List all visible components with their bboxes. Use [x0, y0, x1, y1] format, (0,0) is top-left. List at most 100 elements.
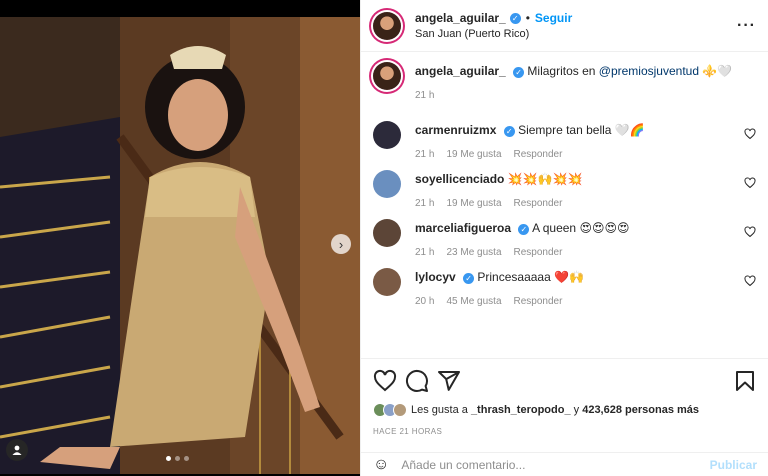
caption-emoji: ⚜️🤍 [702, 64, 733, 78]
comment-likes[interactable]: 19 Me gusta [446, 198, 501, 209]
likes-mid: y [573, 404, 580, 416]
photo-illustration [0, 17, 360, 474]
commenter-avatar[interactable] [373, 268, 401, 296]
post-header: angela_aguilar_ ✓ • Seguir San Juan (Pue… [361, 0, 768, 52]
comment-body: carmenruizmx ✓ Siempre tan bella 🤍🌈 21 h… [415, 121, 756, 160]
comments-list: angela_aguilar_ ✓ Milagritos en @premios… [361, 52, 768, 358]
chevron-right-icon: › [338, 236, 344, 252]
post-media: › [0, 0, 360, 476]
heart-icon[interactable] [744, 177, 756, 189]
commenter-username[interactable]: soyellicenciado [415, 172, 504, 186]
comment-time[interactable]: 21 h [415, 198, 434, 209]
comment-text: Princesaaaaa ❤️🙌 [477, 270, 584, 284]
author-avatar[interactable] [373, 11, 401, 40]
publish-button[interactable]: Publicar [710, 458, 757, 472]
heart-icon[interactable] [744, 275, 756, 287]
tagged-users-button[interactable] [6, 439, 28, 461]
reply-button[interactable]: Responder [514, 198, 563, 209]
carousel-dot [175, 456, 180, 461]
author-line: angela_aguilar_ ✓ • Seguir [415, 11, 737, 25]
heart-icon[interactable] [744, 128, 756, 140]
comment-text-line: carmenruizmx ✓ Siempre tan bella 🤍🌈 [415, 121, 756, 139]
caption-meta: 21 h [415, 90, 756, 101]
comment-text-line: soyellicenciado 💥💥🙌💥💥 [415, 170, 756, 188]
share-icon[interactable] [437, 369, 461, 393]
verified-badge-icon: ✓ [513, 67, 525, 78]
caption-text: Milagritos en [527, 64, 596, 78]
comment-body: marceliafigueroa ✓ A queen 😍😍😍😍 21 h 23 … [415, 219, 756, 258]
author-info: angela_aguilar_ ✓ • Seguir San Juan (Pue… [415, 11, 737, 40]
separator: • [525, 11, 530, 25]
comment-item: marceliafigueroa ✓ A queen 😍😍😍😍 21 h 23 … [373, 219, 756, 258]
comment-likes[interactable]: 23 Me gusta [446, 247, 501, 258]
emoji-icon[interactable]: ☺ [373, 456, 389, 474]
post-photo[interactable] [0, 17, 360, 474]
likes-prefix: Les gusta a [411, 404, 468, 416]
action-icons [373, 369, 757, 393]
comment-item: lylocyv ✓ Princesaaaaa ❤️🙌 20 h 45 Me gu… [373, 268, 756, 307]
save-bookmark-icon[interactable] [733, 369, 757, 393]
comment-time[interactable]: 21 h [415, 247, 434, 258]
comment-text-line: marceliafigueroa ✓ A queen 😍😍😍😍 [415, 219, 756, 237]
post-sidebar: angela_aguilar_ ✓ • Seguir San Juan (Pue… [360, 0, 768, 476]
carousel-dot [184, 456, 189, 461]
verified-badge-icon: ✓ [518, 224, 530, 235]
like-heart-icon[interactable] [373, 369, 397, 393]
commenter-avatar[interactable] [373, 121, 401, 149]
comment-meta: 21 h 23 Me gusta Responder [415, 247, 756, 258]
comment-time[interactable]: 20 h [415, 296, 434, 307]
comment-likes[interactable]: 45 Me gusta [446, 296, 501, 307]
comment-likes[interactable]: 19 Me gusta [446, 149, 501, 160]
comment-body: soyellicenciado 💥💥🙌💥💥 21 h 19 Me gusta R… [415, 170, 756, 209]
comment-text: 💥💥🙌💥💥 [507, 172, 583, 186]
likes-count[interactable]: 423,628 personas más [582, 404, 699, 416]
comment-meta: 21 h 19 Me gusta Responder [415, 198, 756, 209]
comment-item: carmenruizmx ✓ Siempre tan bella 🤍🌈 21 h… [373, 121, 756, 160]
carousel-dots [166, 456, 189, 461]
comment-text-line: lylocyv ✓ Princesaaaaa ❤️🙌 [415, 268, 756, 286]
reply-button[interactable]: Responder [514, 296, 563, 307]
commenter-username[interactable]: lylocyv [415, 270, 456, 284]
post-time-ago[interactable]: HACE 21 HORAS [373, 427, 757, 436]
reply-button[interactable]: Responder [514, 247, 563, 258]
reply-button[interactable]: Responder [514, 149, 563, 160]
comment-text: Siempre tan bella 🤍🌈 [518, 123, 645, 137]
commenter-username[interactable]: carmenruizmx [415, 123, 496, 137]
commenter-username[interactable]: marceliafigueroa [415, 221, 511, 235]
comment-icon[interactable] [405, 369, 429, 393]
liker-username[interactable]: _thrash_teropodo_ [471, 404, 571, 416]
post-actions: Les gusta a _thrash_teropodo_ y 423,628 … [361, 358, 768, 436]
caption-avatar[interactable] [373, 62, 401, 90]
author-username[interactable]: angela_aguilar_ [415, 11, 506, 25]
verified-badge-icon: ✓ [503, 126, 515, 137]
post-dialog: › angela_aguilar_ ✓ • Seguir San Juan (P… [0, 0, 768, 476]
commenter-avatar[interactable] [373, 219, 401, 247]
comment-meta: 21 h 19 Me gusta Responder [415, 149, 756, 160]
verified-badge-icon: ✓ [509, 12, 521, 24]
caption-mention[interactable]: @premiosjuventud [599, 64, 699, 78]
user-icon [12, 445, 22, 455]
likes-summary: Les gusta a _thrash_teropodo_ y 423,628 … [373, 403, 757, 417]
liker-avatar[interactable] [393, 403, 407, 417]
comment-meta: 20 h 45 Me gusta Responder [415, 296, 756, 307]
caption-time[interactable]: 21 h [415, 90, 434, 101]
add-comment-bar: ☺ Publicar [361, 452, 768, 476]
carousel-next-button[interactable]: › [331, 234, 351, 254]
heart-icon[interactable] [744, 226, 756, 238]
comment-item: soyellicenciado 💥💥🙌💥💥 21 h 19 Me gusta R… [373, 170, 756, 209]
comment-input[interactable] [401, 457, 710, 472]
comment-time[interactable]: 21 h [415, 149, 434, 160]
follow-button[interactable]: Seguir [535, 11, 572, 25]
comment-body: lylocyv ✓ Princesaaaaa ❤️🙌 20 h 45 Me gu… [415, 268, 756, 307]
post-location[interactable]: San Juan (Puerto Rico) [415, 28, 737, 40]
comment-text: A queen 😍😍😍😍 [532, 221, 630, 235]
caption-body: angela_aguilar_ ✓ Milagritos en @premios… [415, 62, 756, 101]
liker-avatars [373, 403, 407, 417]
commenter-avatar[interactable] [373, 170, 401, 198]
carousel-dot [166, 456, 171, 461]
caption-username[interactable]: angela_aguilar_ [415, 64, 506, 78]
more-options-icon[interactable]: ··· [737, 17, 756, 35]
post-caption: angela_aguilar_ ✓ Milagritos en @premios… [373, 62, 756, 101]
caption-text-line: angela_aguilar_ ✓ Milagritos en @premios… [415, 62, 756, 80]
verified-badge-icon: ✓ [463, 273, 475, 284]
